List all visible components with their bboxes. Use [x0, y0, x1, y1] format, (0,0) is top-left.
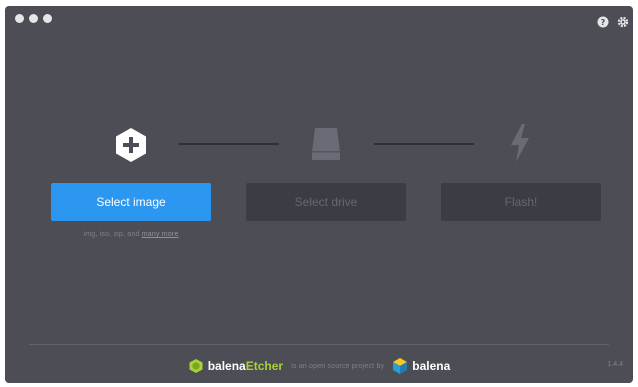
flash-button[interactable]: Flash!: [441, 183, 601, 221]
balena-brand[interactable]: balena: [392, 357, 450, 375]
footer-divider: [29, 344, 609, 345]
footer: balena Etcher is an open source project b…: [5, 357, 633, 375]
svg-text:?: ?: [601, 18, 606, 27]
supported-extensions-text: img, iso, zip, and: [83, 231, 140, 238]
app-window: ? Select image Select drive Flash! img, …: [5, 6, 633, 383]
maximize-window-dot[interactable]: [43, 14, 52, 23]
many-more-link[interactable]: many more: [142, 231, 179, 238]
settings-icon[interactable]: [617, 16, 629, 28]
drive-icon: [312, 128, 340, 160]
top-right-icons: ?: [597, 16, 629, 28]
supported-formats-hint: img, iso, zip, and many more: [51, 231, 211, 238]
brand-product: Etcher: [245, 359, 284, 373]
step-connector-line: [374, 143, 474, 145]
help-icon[interactable]: ?: [597, 16, 609, 28]
close-window-dot[interactable]: [15, 14, 24, 23]
plus-hexagon-icon: [116, 128, 146, 162]
window-controls: [15, 14, 52, 23]
version-label: 1.4.4: [607, 361, 623, 368]
select-drive-button[interactable]: Select drive: [246, 183, 406, 221]
select-image-button[interactable]: Select image: [51, 183, 211, 221]
balena-org-name: balena: [412, 359, 451, 373]
etcher-logo-icon: [189, 359, 203, 373]
step-connector-line: [179, 143, 279, 145]
minimize-window-dot[interactable]: [29, 14, 38, 23]
lightning-icon: [511, 124, 529, 162]
balena-cube-icon: [393, 358, 408, 374]
brand-prefix: balena: [207, 359, 246, 373]
etcher-brand[interactable]: balena Etcher: [188, 358, 283, 374]
tagline: is an open source project by: [291, 362, 385, 370]
